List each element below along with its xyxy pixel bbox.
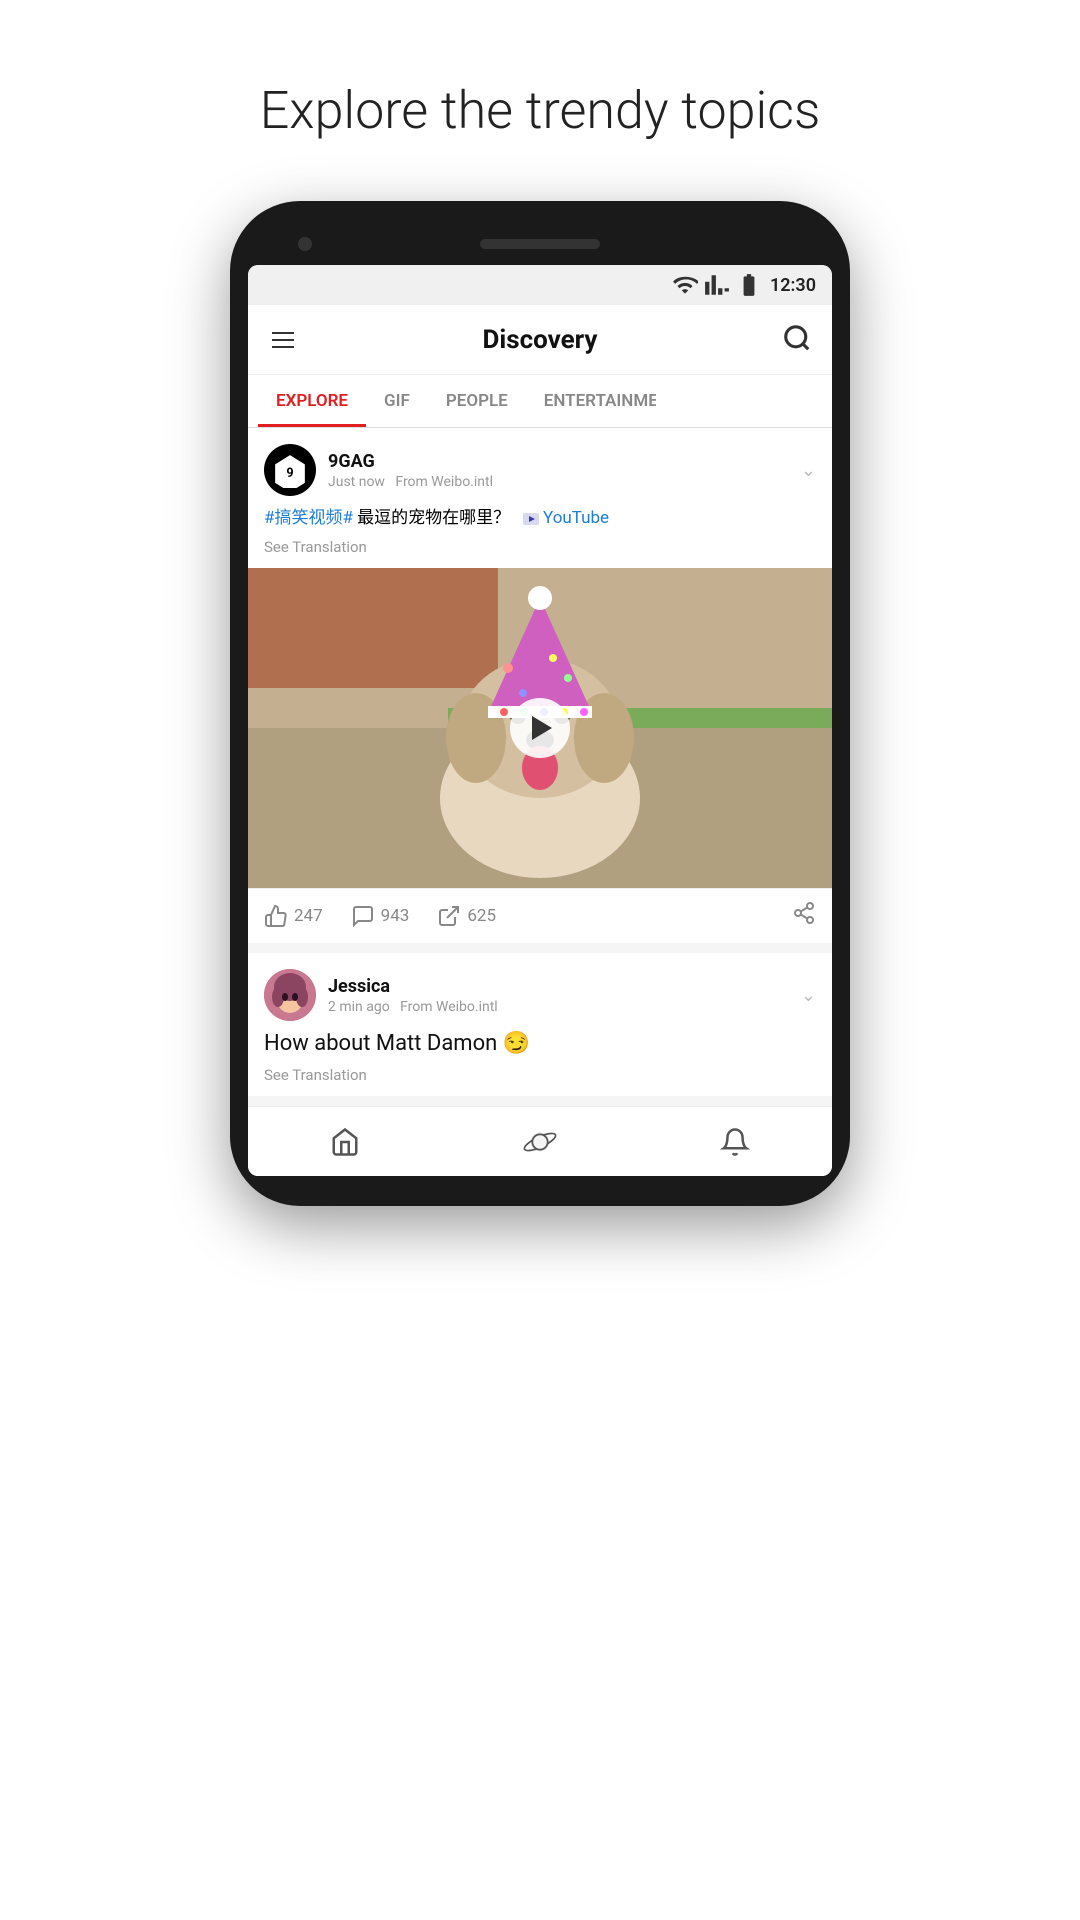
hashtag-9gag[interactable]: #搞笑视频# — [264, 508, 353, 528]
share-action[interactable] — [792, 901, 816, 931]
post-submeta-jessica: 2 min ago From Weibo.intl — [328, 999, 801, 1015]
battery-icon — [736, 272, 762, 298]
see-translation-9gag[interactable]: See Translation — [264, 536, 816, 559]
status-time: 12:30 — [770, 275, 816, 296]
post-image-9gag[interactable] — [248, 568, 832, 888]
post-text-body-9gag: 最逗的宠物在哪里？ — [357, 508, 510, 528]
post-header-jessica: Jessica 2 min ago From Weibo.intl ⌄ — [248, 953, 832, 1031]
phone-camera — [298, 237, 312, 251]
search-button[interactable] — [782, 323, 812, 357]
post-meta-jessica: Jessica 2 min ago From Weibo.intl — [328, 976, 801, 1015]
tab-bar: EXPLORE GIF PEOPLE ENTERTAINME... — [248, 375, 832, 428]
post-text-jessica: How about Matt Damon 😏 — [248, 1031, 832, 1066]
content-area: 9 9GAG Just now From Weibo.intl ⌄ #搞笑视频#… — [248, 428, 832, 1096]
post-submeta-9gag: Just now From Weibo.intl — [328, 474, 801, 490]
post-card-9gag: 9 9GAG Just now From Weibo.intl ⌄ #搞笑视频#… — [248, 428, 832, 943]
app-title: Discovery — [298, 325, 782, 355]
nav-discover[interactable] — [503, 1117, 577, 1167]
tab-explore[interactable]: EXPLORE — [258, 375, 366, 427]
tab-gif[interactable]: GIF — [366, 375, 428, 427]
nav-notifications[interactable] — [700, 1119, 770, 1165]
page-heading: Explore the trendy topics — [260, 80, 821, 141]
see-translation-jessica[interactable]: See Translation — [248, 1066, 832, 1096]
like-count: 247 — [294, 906, 323, 926]
post-header-9gag: 9 9GAG Just now From Weibo.intl ⌄ — [248, 428, 832, 506]
wifi-icon — [672, 272, 698, 298]
post-card-jessica: Jessica 2 min ago From Weibo.intl ⌄ How … — [248, 953, 832, 1096]
bottom-nav — [248, 1106, 832, 1176]
comment-action[interactable]: 943 — [351, 904, 410, 928]
comment-count: 943 — [381, 906, 410, 926]
avatar-9gag: 9 — [264, 444, 316, 496]
like-action[interactable]: 247 — [264, 904, 323, 928]
signal-icon — [704, 272, 730, 298]
youtube-link[interactable]: YouTube — [543, 508, 609, 528]
post-meta-9gag: 9GAG Just now From Weibo.intl — [328, 451, 801, 490]
post-text-9gag: #搞笑视频# 最逗的宠物在哪里？ YouTube See Translation — [248, 506, 832, 568]
post-username-9gag: 9GAG — [328, 451, 801, 472]
repost-action[interactable]: 625 — [437, 904, 496, 928]
svg-text:9: 9 — [286, 466, 293, 481]
repost-count: 625 — [467, 906, 496, 926]
nav-home[interactable] — [310, 1119, 380, 1165]
phone-speaker — [480, 239, 600, 249]
phone-top — [248, 231, 832, 265]
chevron-down-jessica[interactable]: ⌄ — [801, 985, 816, 1006]
post-username-jessica: Jessica — [328, 976, 801, 997]
phone-screen: 12:30 Discovery EXPLORE GIF PEOPLE ENTER… — [248, 265, 832, 1176]
app-header: Discovery — [248, 305, 832, 375]
avatar-jessica — [264, 969, 316, 1021]
chevron-down-9gag[interactable]: ⌄ — [801, 460, 816, 481]
post-actions-9gag: 247 943 625 — [248, 888, 832, 943]
status-icons — [672, 272, 762, 298]
phone-frame: 12:30 Discovery EXPLORE GIF PEOPLE ENTER… — [230, 201, 850, 1206]
menu-button[interactable] — [268, 328, 298, 352]
status-bar: 12:30 — [248, 265, 832, 305]
tab-people[interactable]: PEOPLE — [428, 375, 526, 427]
play-button[interactable] — [510, 698, 570, 758]
tab-entertainment[interactable]: ENTERTAINME... — [526, 375, 656, 427]
